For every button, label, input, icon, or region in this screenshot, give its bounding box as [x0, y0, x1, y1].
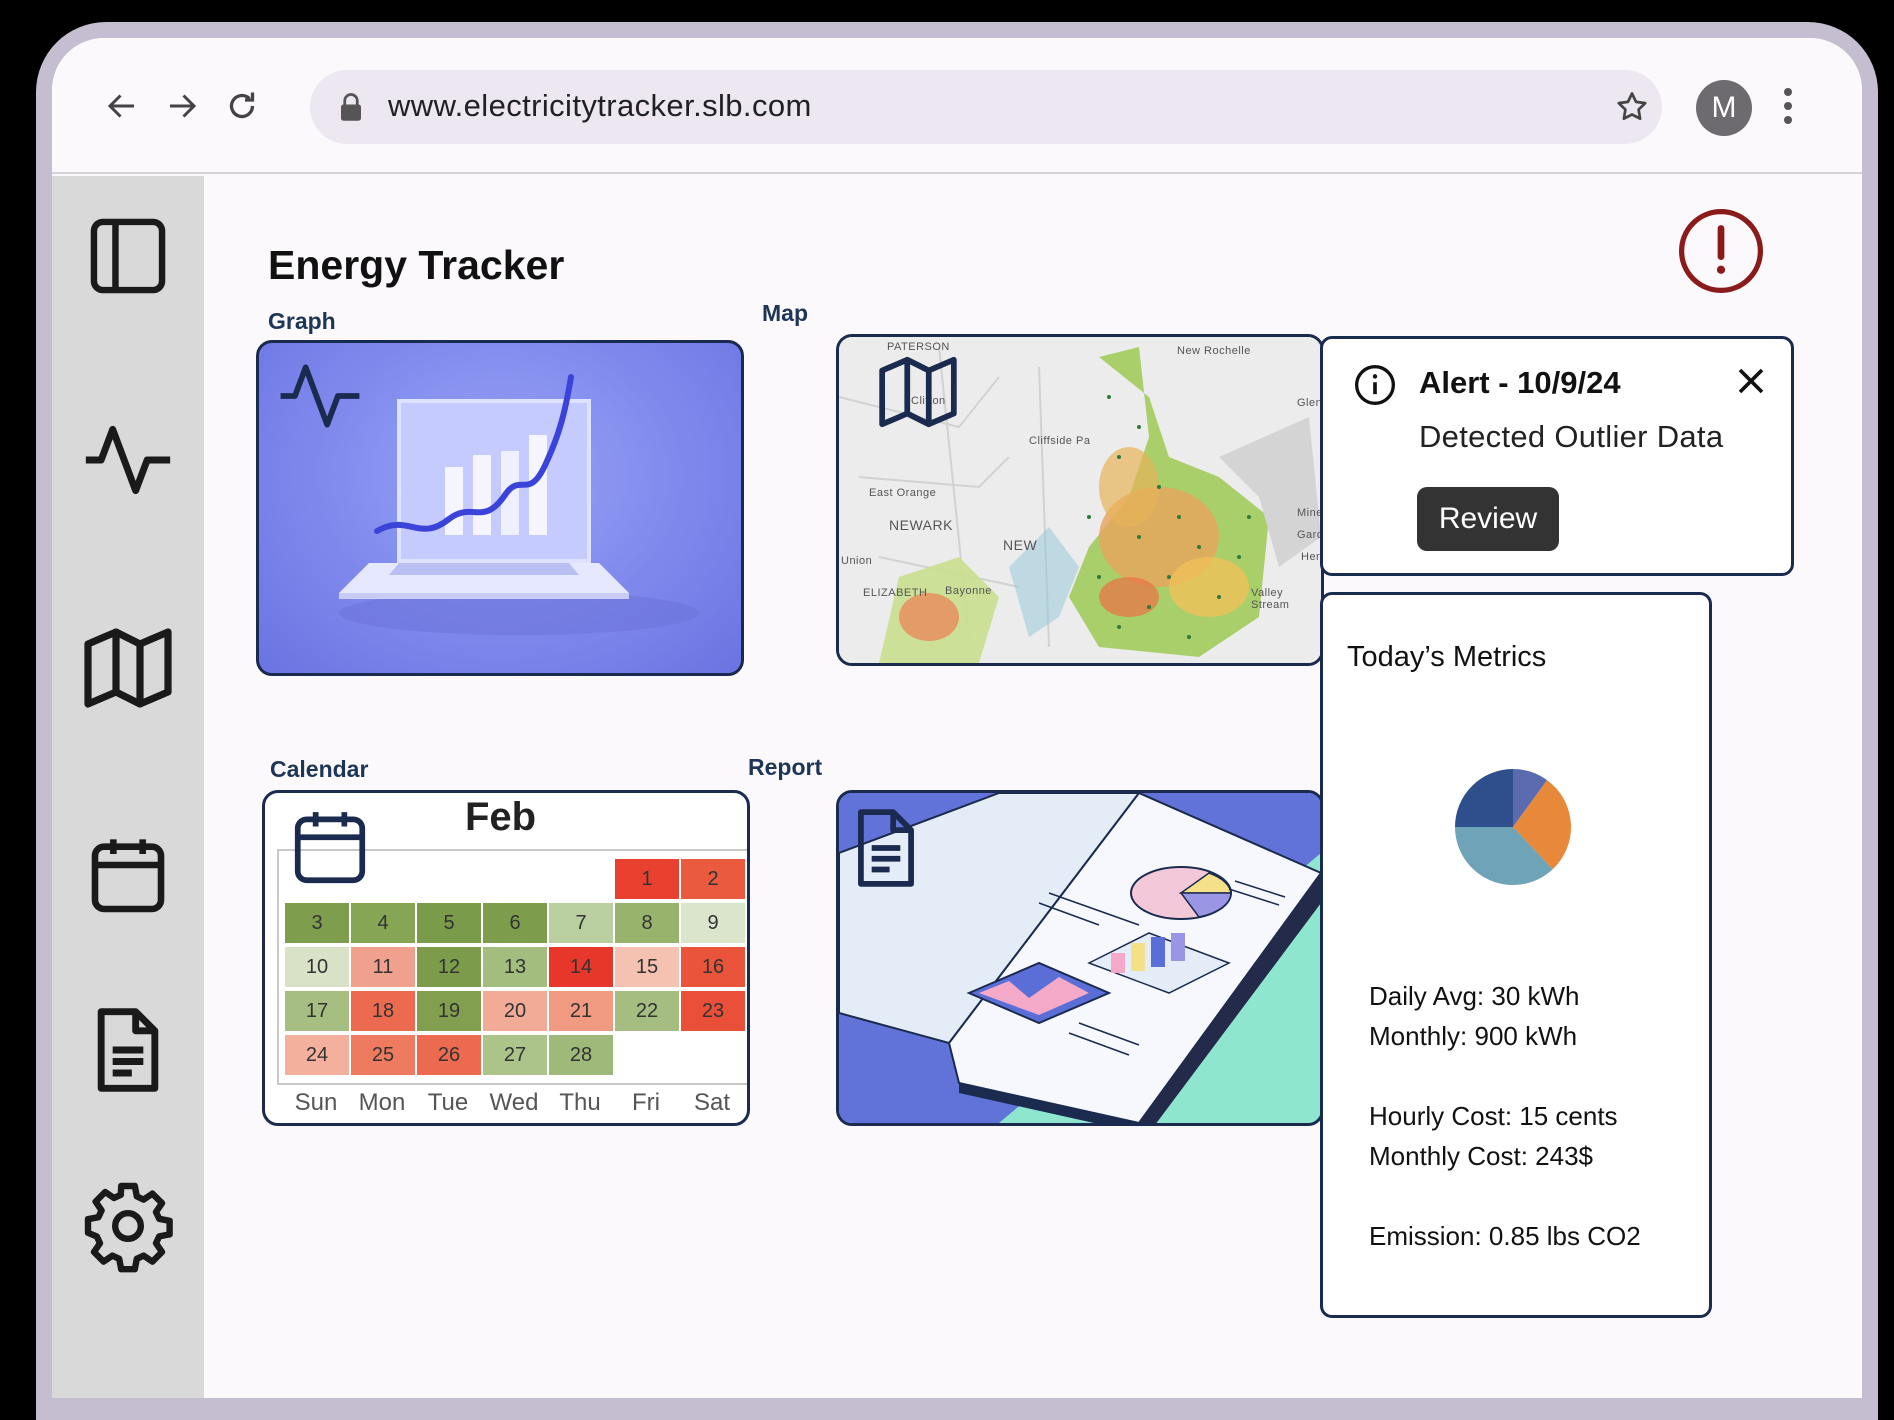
calendar-card-label: Calendar: [270, 756, 369, 782]
calendar-day-cell[interactable]: 26: [417, 1035, 481, 1075]
calendar-day-cell[interactable]: 7: [549, 903, 613, 943]
map-place-label: ELIZABETH: [863, 587, 928, 599]
calendar-day-cell[interactable]: 22: [615, 991, 679, 1031]
map-place-label: Bayonne: [945, 585, 992, 597]
graph-card-label: Graph: [268, 308, 336, 334]
calendar-weekday-label: Mon: [358, 1089, 406, 1116]
metric-monthly-cost: Monthly Cost: 243$: [1369, 1141, 1594, 1171]
more-menu-icon[interactable]: [1778, 86, 1798, 126]
alert-message: Detected Outlier Data: [1419, 419, 1724, 454]
calendar-day-cell[interactable]: 2: [681, 859, 745, 899]
alert-title: Alert - 10/9/24: [1419, 365, 1621, 400]
activity-graph-icon[interactable]: [80, 412, 176, 508]
calendar-day-cell[interactable]: 23: [681, 991, 745, 1031]
map-place-label: Valley Stream: [1251, 587, 1290, 611]
calendar-day-cell[interactable]: 1: [615, 859, 679, 899]
calendar-day-cell[interactable]: 28: [549, 1035, 613, 1075]
calendar-weekday-label: Thu: [559, 1089, 601, 1116]
reload-icon[interactable]: [218, 82, 266, 130]
settings-gear-icon[interactable]: [80, 1178, 176, 1274]
calendar-day-cell[interactable]: 5: [417, 903, 481, 943]
bookmark-star-icon[interactable]: [1614, 89, 1650, 125]
metric-monthly: Monthly: 900 kWh: [1369, 1021, 1578, 1051]
lock-icon: [338, 92, 364, 122]
calendar-day-cell[interactable]: 21: [549, 991, 613, 1031]
map-place-label: Glen: [1297, 397, 1323, 409]
close-icon[interactable]: [1729, 359, 1773, 403]
review-button[interactable]: Review: [1417, 487, 1559, 551]
browser-toolbar: www.electricitytracker.slb.com M: [52, 38, 1862, 174]
address-bar[interactable]: www.electricitytracker.slb.com: [310, 70, 1662, 144]
calendar-day-cell[interactable]: 13: [483, 947, 547, 987]
document-icon: [843, 805, 929, 891]
metric-hourly-cost: Hourly Cost: 15 cents: [1369, 1101, 1618, 1131]
calendar-day-cell[interactable]: 25: [351, 1035, 415, 1075]
calendar-day-cell[interactable]: 27: [483, 1035, 547, 1075]
calendar-day-cell[interactable]: 16: [681, 947, 745, 987]
map-card-label: Map: [762, 300, 808, 326]
calendar-day-cell[interactable]: 6: [483, 903, 547, 943]
calendar-weekday-label: Wed: [489, 1089, 539, 1116]
profile-avatar[interactable]: M: [1696, 80, 1752, 136]
map-icon: [875, 349, 961, 435]
calendar-day-cell[interactable]: 10: [285, 947, 349, 987]
calendar-day-cell[interactable]: 9: [681, 903, 745, 943]
map-place-label: New Rochelle: [1177, 345, 1251, 357]
calendar-day-cell[interactable]: 20: [483, 991, 547, 1031]
calendar-icon[interactable]: [80, 828, 176, 924]
calendar-icon: [287, 805, 373, 891]
back-arrow-icon[interactable]: [98, 82, 146, 130]
alert-exclamation-icon[interactable]: [1676, 206, 1766, 296]
metric-daily-avg: Daily Avg: 30 kWh: [1369, 981, 1580, 1011]
calendar-day-cell[interactable]: 15: [615, 947, 679, 987]
metrics-pie-chart: [1455, 769, 1571, 885]
calendar-month: Feb: [465, 795, 537, 839]
metrics-title: Today’s Metrics: [1347, 641, 1547, 673]
calendar-day-cell[interactable]: 24: [285, 1035, 349, 1075]
sidebar-toggle-icon[interactable]: [80, 208, 176, 304]
calendar-day-cell[interactable]: 18: [351, 991, 415, 1031]
map-place-label: Cliffside Pa: [1029, 435, 1091, 447]
calendar-day-cell[interactable]: 3: [285, 903, 349, 943]
pie-slice: [1455, 769, 1513, 827]
sidebar: [52, 176, 204, 1398]
calendar-weekday-label: Tue: [427, 1089, 469, 1116]
map-place-label: Mine: [1297, 507, 1323, 519]
report-card[interactable]: [836, 790, 1324, 1126]
map-icon[interactable]: [80, 620, 176, 716]
calendar-day-cell[interactable]: 14: [549, 947, 613, 987]
calendar-day-cell[interactable]: 4: [351, 903, 415, 943]
graph-card[interactable]: [256, 340, 744, 676]
metrics-panel: Today’s Metrics Daily Avg: 30 kWh Monthl…: [1320, 592, 1712, 1318]
calendar-weekday-label: Fri: [632, 1089, 660, 1116]
calendar-card[interactable]: Feb 1 2 3 4 5 6 7 8 9 10 11 12 13 14 15 16 17 18 19 20 21 22 2…: [262, 790, 750, 1126]
browser-window: www.electricitytracker.slb.com M Energy …: [52, 38, 1862, 1398]
page-title: Energy Tracker: [268, 242, 565, 288]
map-place-label: NEWARK: [889, 517, 953, 533]
map-place-label: Union: [841, 555, 873, 567]
calendar-day-cell[interactable]: 8: [615, 903, 679, 943]
calendar-weekday-label: Sat: [693, 1089, 731, 1116]
document-icon[interactable]: [80, 1002, 176, 1098]
metric-emission: Emission: 0.85 lbs CO2: [1369, 1221, 1641, 1251]
calendar-day-cell[interactable]: 12: [417, 947, 481, 987]
calendar-day-cell[interactable]: 19: [417, 991, 481, 1031]
alert-panel: Alert - 10/9/24 Detected Outlier Data Re…: [1320, 336, 1794, 576]
map-place-label: NEW: [1003, 537, 1038, 553]
pulse-icon: [277, 353, 363, 439]
calendar-weekday-label: Sun: [294, 1089, 338, 1116]
map-place-label: East Orange: [869, 487, 937, 499]
map-card[interactable]: PATERSON Clifton New Rochelle Cliffside …: [836, 334, 1324, 666]
calendar-day-cell[interactable]: 11: [351, 947, 415, 987]
report-card-label: Report: [748, 754, 823, 780]
forward-arrow-icon[interactable]: [158, 82, 206, 130]
calendar-day-cell[interactable]: 17: [285, 991, 349, 1031]
info-icon: [1353, 363, 1397, 407]
url-text: www.electricitytracker.slb.com: [388, 88, 812, 123]
